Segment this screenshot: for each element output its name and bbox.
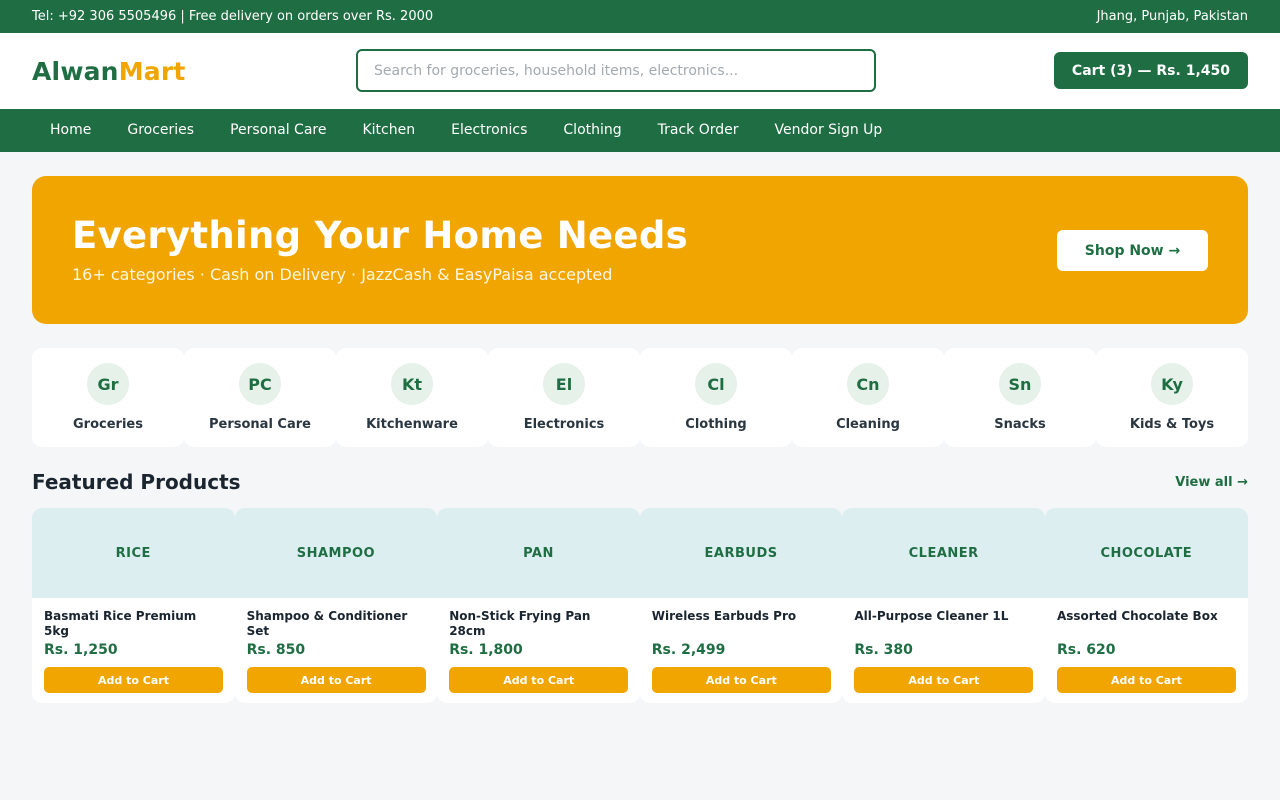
category-label: Groceries [73, 417, 143, 432]
cart-button[interactable]: Cart (3) — Rs. 1,450 [1053, 52, 1248, 89]
category-tile-personal-care[interactable]: PC Personal Care [184, 348, 336, 447]
product-card[interactable]: SHAMPOO Shampoo & Conditioner Set Rs. 85… [234, 508, 438, 703]
product-card[interactable]: PAN Non-Stick Frying Pan 28cm Rs. 1,800 … [437, 508, 640, 703]
category-badge: Sn [999, 363, 1041, 405]
product-thumbnail: SHAMPOO [234, 508, 438, 598]
category-tile-cleaning[interactable]: Cn Cleaning [792, 348, 944, 447]
main-nav: Home Groceries Personal Care Kitchen Ele… [0, 109, 1280, 152]
product-card[interactable]: CHOCOLATE Assorted Chocolate Box Rs. 620… [1044, 508, 1248, 703]
nav-item-home[interactable]: Home [32, 109, 109, 152]
category-label: Kitchenware [366, 417, 458, 432]
product-thumbnail: RICE [32, 508, 235, 598]
product-name: Shampoo & Conditioner Set [246, 609, 408, 638]
category-tile-clothing[interactable]: Cl Clothing [640, 348, 792, 447]
product-thumbnail: CLEANER [842, 508, 1045, 598]
product-name: Basmati Rice Premium 5kg [44, 609, 197, 638]
nav-item-kitchen[interactable]: Kitchen [344, 109, 433, 152]
category-badge: Cn [847, 363, 889, 405]
product-name: All-Purpose Cleaner 1L [854, 609, 1009, 623]
contact-info: Tel: +92 306 5505496 | Free delivery on … [32, 9, 434, 24]
add-to-cart-button[interactable]: Add to Cart [449, 667, 629, 693]
add-to-cart-button[interactable]: Add to Cart [651, 667, 831, 693]
product-price: Rs. 1,250 [44, 642, 118, 658]
category-badge: PC [239, 363, 281, 405]
category-row: Gr Groceries PC Personal Care Kt Kitchen… [32, 348, 1248, 447]
nav-item-vendor-sign-up[interactable]: Vendor Sign Up [757, 109, 901, 152]
product-grid: RICE Basmati Rice Premium 5kg Rs. 1,250 … [32, 508, 1248, 703]
logo-text-mart: Mart [118, 56, 186, 86]
product-card[interactable]: RICE Basmati Rice Premium 5kg Rs. 1,250 … [32, 508, 235, 703]
category-badge: Ky [1151, 363, 1193, 405]
category-label: Electronics [523, 417, 605, 432]
product-price: Rs. 850 [246, 642, 306, 658]
nav-item-electronics[interactable]: Electronics [433, 109, 545, 152]
category-label: Kids & Toys [1129, 417, 1215, 432]
nav-item-track-order[interactable]: Track Order [640, 109, 757, 152]
product-name: Assorted Chocolate Box [1056, 609, 1218, 623]
category-label: Clothing [685, 417, 747, 432]
add-to-cart-button[interactable]: Add to Cart [44, 667, 223, 693]
category-label: Personal Care [209, 417, 311, 432]
nav-item-personal-care[interactable]: Personal Care [212, 109, 344, 152]
category-badge: Kt [391, 363, 433, 405]
category-tile-kitchenware[interactable]: Kt Kitchenware [336, 348, 488, 447]
nav-item-clothing[interactable]: Clothing [545, 109, 639, 152]
category-badge: El [543, 363, 585, 405]
product-price: Rs. 2,499 [651, 642, 726, 658]
hero-banner: Everything Your Home Needs 16+ categorie… [32, 176, 1248, 324]
site-header: AlwanMart Cart (3) — Rs. 1,450 [0, 33, 1280, 109]
hero-title: Everything Your Home Needs [72, 214, 688, 257]
product-thumbnail: PAN [437, 508, 640, 598]
product-card[interactable]: EARBUDS Wireless Earbuds Pro Rs. 2,499 A… [639, 508, 843, 703]
site-logo[interactable]: AlwanMart [32, 57, 186, 86]
logo-text-alwan: Alwan [32, 56, 119, 86]
product-name: Wireless Earbuds Pro [651, 609, 797, 623]
top-info-bar: Tel: +92 306 5505496 | Free delivery on … [0, 0, 1280, 33]
category-label: Snacks [994, 417, 1046, 432]
product-price: Rs. 380 [854, 642, 913, 658]
nav-item-groceries[interactable]: Groceries [109, 109, 212, 152]
product-thumbnail: CHOCOLATE [1044, 508, 1248, 598]
hero-subtitle: 16+ categories · Cash on Delivery · Jazz… [72, 265, 613, 284]
category-badge: Gr [87, 363, 129, 405]
add-to-cart-button[interactable]: Add to Cart [246, 667, 426, 693]
shop-now-button[interactable]: Shop Now → [1057, 230, 1208, 271]
add-to-cart-button[interactable]: Add to Cart [854, 667, 1034, 693]
category-tile-groceries[interactable]: Gr Groceries [32, 348, 184, 447]
view-all-link[interactable]: View all → [1175, 475, 1248, 490]
location-info: Jhang, Punjab, Pakistan [1096, 9, 1248, 24]
category-tile-snacks[interactable]: Sn Snacks [944, 348, 1096, 447]
product-price: Rs. 620 [1056, 642, 1116, 658]
category-badge: Cl [695, 363, 737, 405]
product-card[interactable]: CLEANER All-Purpose Cleaner 1L Rs. 380 A… [842, 508, 1045, 703]
add-to-cart-button[interactable]: Add to Cart [1056, 667, 1236, 693]
product-price: Rs. 1,800 [449, 642, 523, 658]
product-thumbnail: EARBUDS [639, 508, 843, 598]
category-tile-electronics[interactable]: El Electronics [488, 348, 640, 447]
product-name: Non-Stick Frying Pan 28cm [449, 609, 591, 638]
featured-products-title: Featured Products [32, 470, 241, 494]
search-input[interactable] [356, 49, 876, 92]
category-tile-kids-toys[interactable]: Ky Kids & Toys [1096, 348, 1248, 447]
category-label: Cleaning [836, 417, 900, 432]
